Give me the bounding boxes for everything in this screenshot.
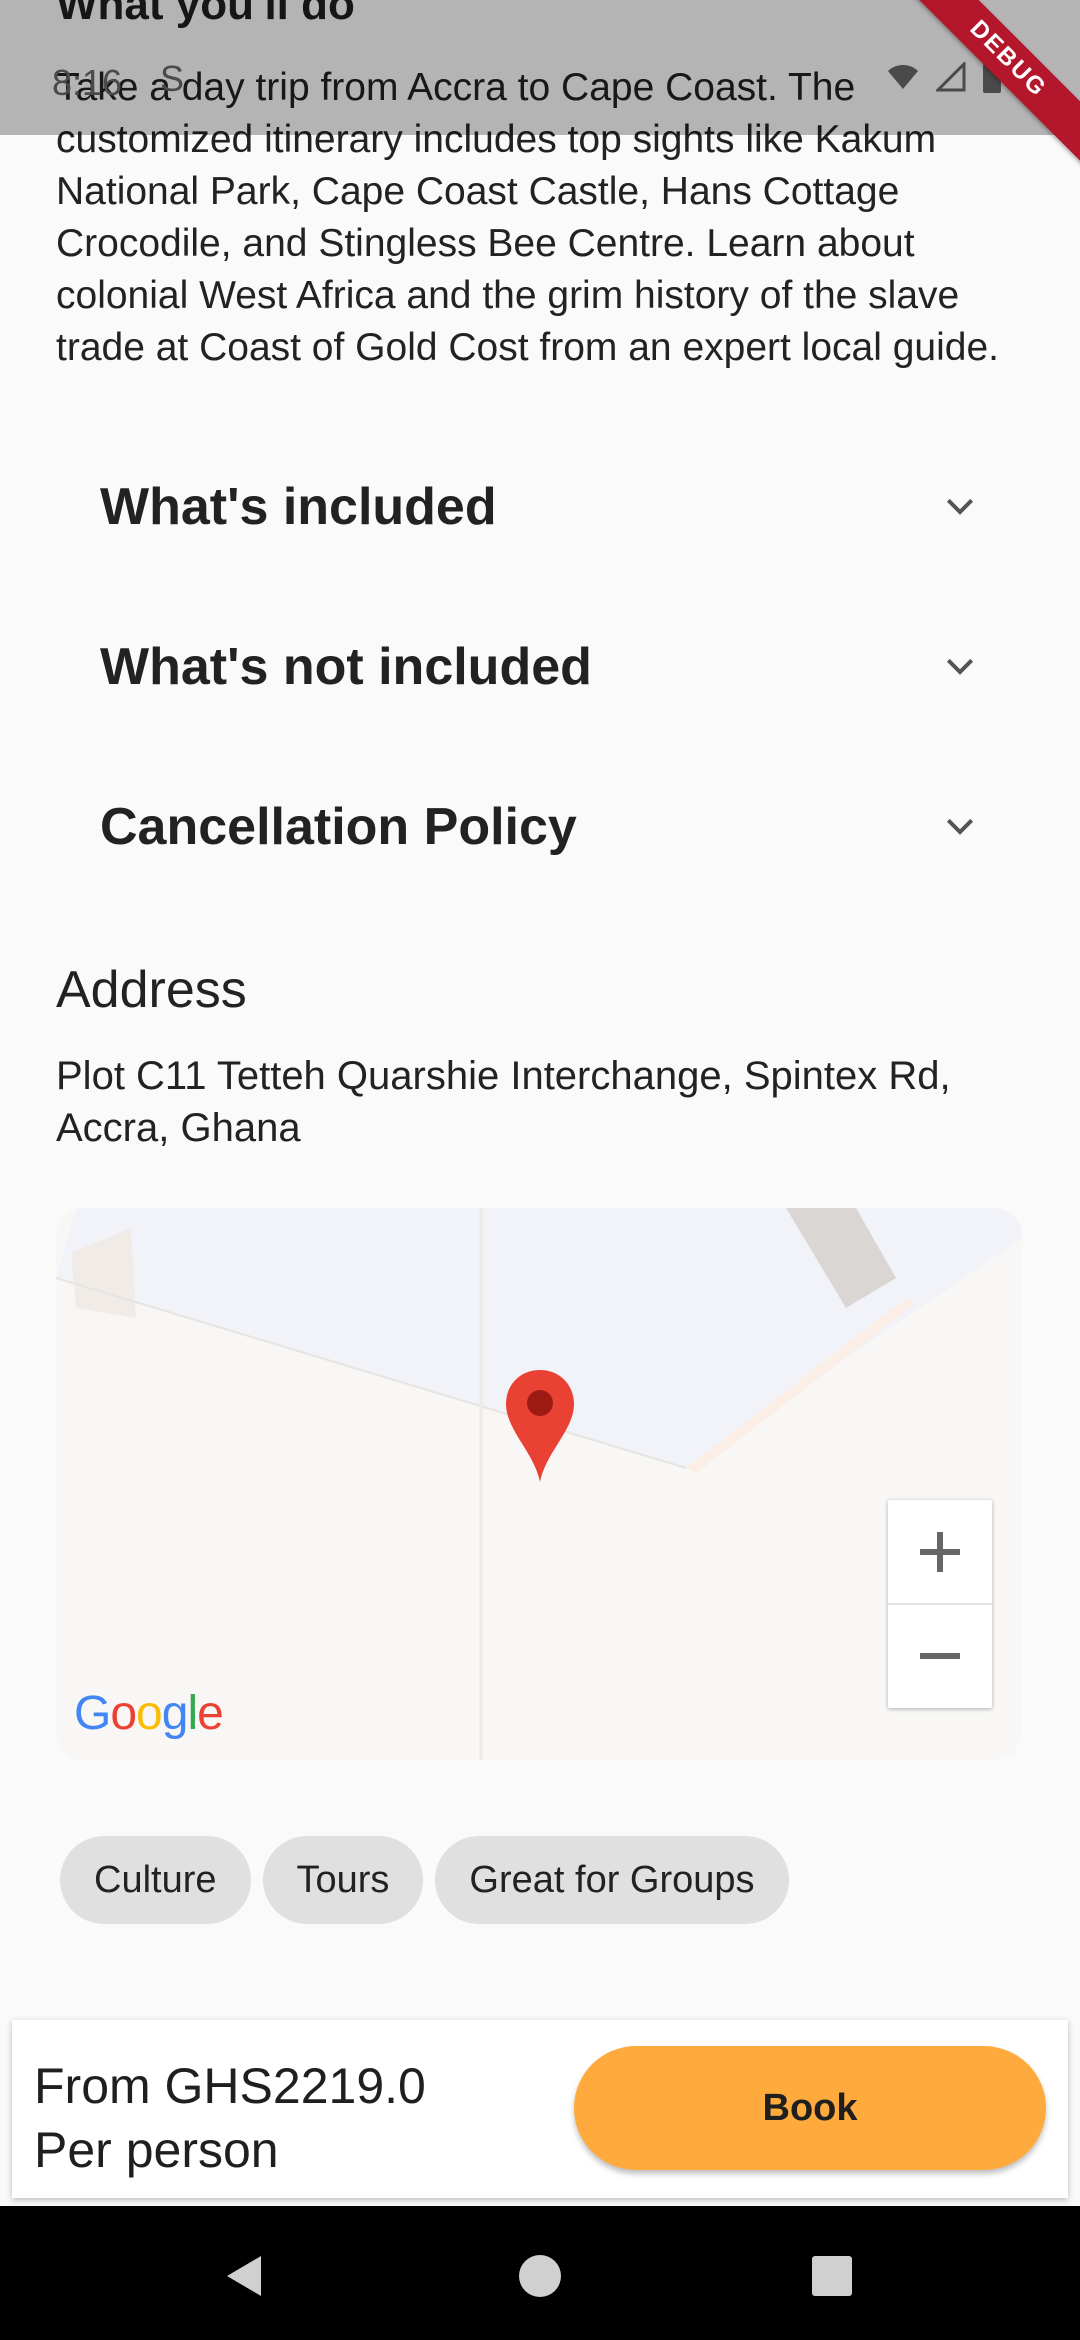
chevron-down-icon <box>946 498 974 515</box>
price-line: From GHS2219.0 <box>34 2058 426 2114</box>
wifi-icon <box>888 65 918 89</box>
nav-back-button[interactable] <box>205 2236 285 2316</box>
zoom-in-button[interactable] <box>888 1500 992 1604</box>
map-view[interactable]: Google <box>56 1208 1022 1760</box>
chevron-down-icon <box>946 818 974 835</box>
status-bar: 8:16 S <box>0 0 1080 135</box>
expander-whats-included[interactable]: What's included <box>100 452 980 562</box>
map-tiles <box>56 1208 1022 1760</box>
tag-chip-great-for-groups[interactable]: Great for Groups <box>435 1836 789 1924</box>
price-info: From GHS2219.0 Per person <box>34 2054 426 2182</box>
back-icon <box>227 2256 261 2296</box>
address-heading: Address <box>56 961 247 1019</box>
tag-chip-culture[interactable]: Culture <box>60 1836 251 1924</box>
expander-whats-not-included[interactable]: What's not included <box>100 612 980 722</box>
expander-title: What's included <box>100 478 497 536</box>
expander-title: Cancellation Policy <box>100 798 577 856</box>
nav-home-button[interactable] <box>500 2236 580 2316</box>
tag-chip-tours[interactable]: Tours <box>262 1836 424 1924</box>
plus-icon <box>920 1532 960 1572</box>
location-marker-icon[interactable] <box>504 1368 576 1484</box>
status-time: 8:16 <box>52 62 123 103</box>
minus-icon <box>920 1653 960 1659</box>
home-icon <box>519 2255 561 2297</box>
expander-title: What's not included <box>100 638 592 696</box>
logo-letter: o <box>136 1687 163 1740</box>
logo-letter: G <box>74 1687 111 1740</box>
address-text: Plot C11 Tetteh Quarshie Interchange, Sp… <box>56 1054 951 1150</box>
booking-bar: From GHS2219.0 Per person Book <box>12 2020 1068 2198</box>
zoom-out-button[interactable] <box>888 1604 992 1708</box>
logo-letter: e <box>197 1687 224 1740</box>
system-nav-bar <box>0 2206 1080 2340</box>
logo-letter: g <box>161 1687 189 1740</box>
tag-chips: Culture Tours Great for Groups <box>60 1836 789 1924</box>
logo-letter: o <box>110 1687 137 1740</box>
nav-recents-button[interactable] <box>792 2236 872 2316</box>
status-s-icon: S <box>160 58 185 99</box>
book-button[interactable]: Book <box>574 2046 1046 2170</box>
google-logo: Google <box>74 1686 224 1741</box>
logo-letter: l <box>187 1687 198 1740</box>
cellular-signal-icon <box>936 62 966 92</box>
recents-icon <box>812 2256 852 2296</box>
price-unit: Per person <box>34 2122 279 2178</box>
expander-cancellation-policy[interactable]: Cancellation Policy <box>100 772 980 882</box>
zoom-controls <box>888 1500 992 1708</box>
chevron-down-icon <box>946 658 974 675</box>
